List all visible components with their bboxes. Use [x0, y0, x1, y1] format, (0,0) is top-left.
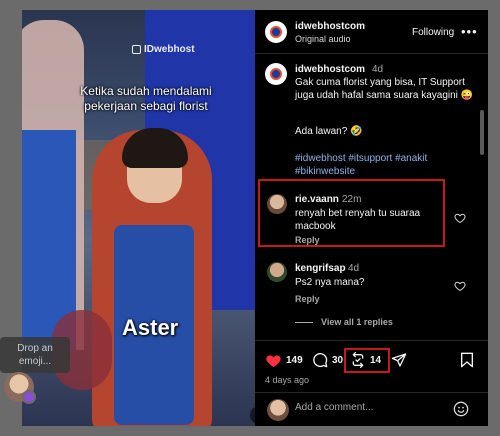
- watermark-text: IDwebhost: [144, 44, 195, 55]
- original-audio-link[interactable]: Original audio: [295, 34, 351, 44]
- comment-time: 4d: [348, 263, 360, 274]
- following-button[interactable]: Following: [412, 27, 454, 38]
- viewer-avatar-badge: [22, 390, 36, 404]
- comment-username[interactable]: kengrifsap: [295, 263, 346, 274]
- watermark-logo: IDwebhost: [132, 44, 195, 55]
- reply-button[interactable]: Reply: [295, 235, 320, 245]
- comment-username[interactable]: rie.vaann: [295, 194, 339, 205]
- video-name-overlay: Aster: [122, 315, 179, 340]
- comment-avatar[interactable]: [267, 262, 287, 282]
- caption-text: Gak cuma florist yang bisa, IT Support j…: [295, 77, 474, 101]
- caption-time: 4d: [372, 64, 384, 75]
- comments-scrollbar[interactable]: [480, 110, 484, 155]
- post-time-ago: 4 days ago: [265, 375, 310, 385]
- comment-time: 22m: [342, 194, 362, 205]
- repost-button[interactable]: 14: [350, 352, 381, 368]
- repost-count: 14: [370, 354, 382, 366]
- comment-text: renyah bet renyah tu suaraa macbook: [295, 208, 421, 232]
- post-actions: 149 30 14 4 days ago: [255, 340, 488, 392]
- like-button[interactable]: 149: [265, 352, 303, 368]
- reply-button[interactable]: Reply: [295, 294, 320, 304]
- post-header: idwebhostcom Original audio Following ••…: [255, 10, 488, 54]
- watermark-icon: [132, 45, 141, 54]
- emoji-icon[interactable]: [453, 401, 469, 417]
- repost-icon: [352, 352, 364, 368]
- add-comment-row: [255, 392, 488, 426]
- like-count: 149: [286, 354, 303, 366]
- share-button[interactable]: [391, 352, 407, 368]
- caption-hashtags[interactable]: #idwebhost #itsupport #anakit #bikinwebs…: [295, 152, 455, 178]
- send-icon: [391, 353, 407, 367]
- caption-author-avatar[interactable]: [265, 63, 287, 85]
- caption-username[interactable]: idwebhostcom: [295, 64, 365, 75]
- view-replies-link[interactable]: View all 1 replies: [321, 317, 393, 327]
- view-replies-line: [295, 322, 313, 323]
- save-button[interactable]: [460, 352, 474, 368]
- bookmark-icon: [460, 352, 473, 368]
- comment-like-icon[interactable]: [454, 212, 466, 224]
- post-side-panel: idwebhostcom Original audio Following ••…: [255, 10, 488, 426]
- comment-button[interactable]: 30: [312, 352, 343, 368]
- current-user-avatar: [267, 399, 289, 421]
- heart-filled-icon: [266, 355, 281, 368]
- comments-list[interactable]: idwebhostcom 4d Gak cuma florist yang bi…: [255, 55, 488, 340]
- comment-text: Ps2 nya mana?: [295, 277, 365, 288]
- add-comment-input[interactable]: [295, 402, 445, 413]
- comment-avatar[interactable]: [267, 194, 287, 214]
- drop-emoji-hint: Drop an emoji...: [0, 337, 70, 373]
- caption-question: Ada lawan? 🤣: [295, 126, 363, 137]
- comment-count: 30: [332, 354, 344, 366]
- author-username[interactable]: idwebhostcom: [295, 21, 365, 32]
- video-caption-overlay: Ketika sudah mendalami pekerjaan sebagi …: [80, 84, 212, 113]
- more-options-icon[interactable]: •••: [461, 24, 478, 39]
- comment-like-icon[interactable]: [454, 280, 466, 292]
- comment-bubble-icon: [313, 353, 328, 368]
- author-avatar[interactable]: [265, 21, 287, 43]
